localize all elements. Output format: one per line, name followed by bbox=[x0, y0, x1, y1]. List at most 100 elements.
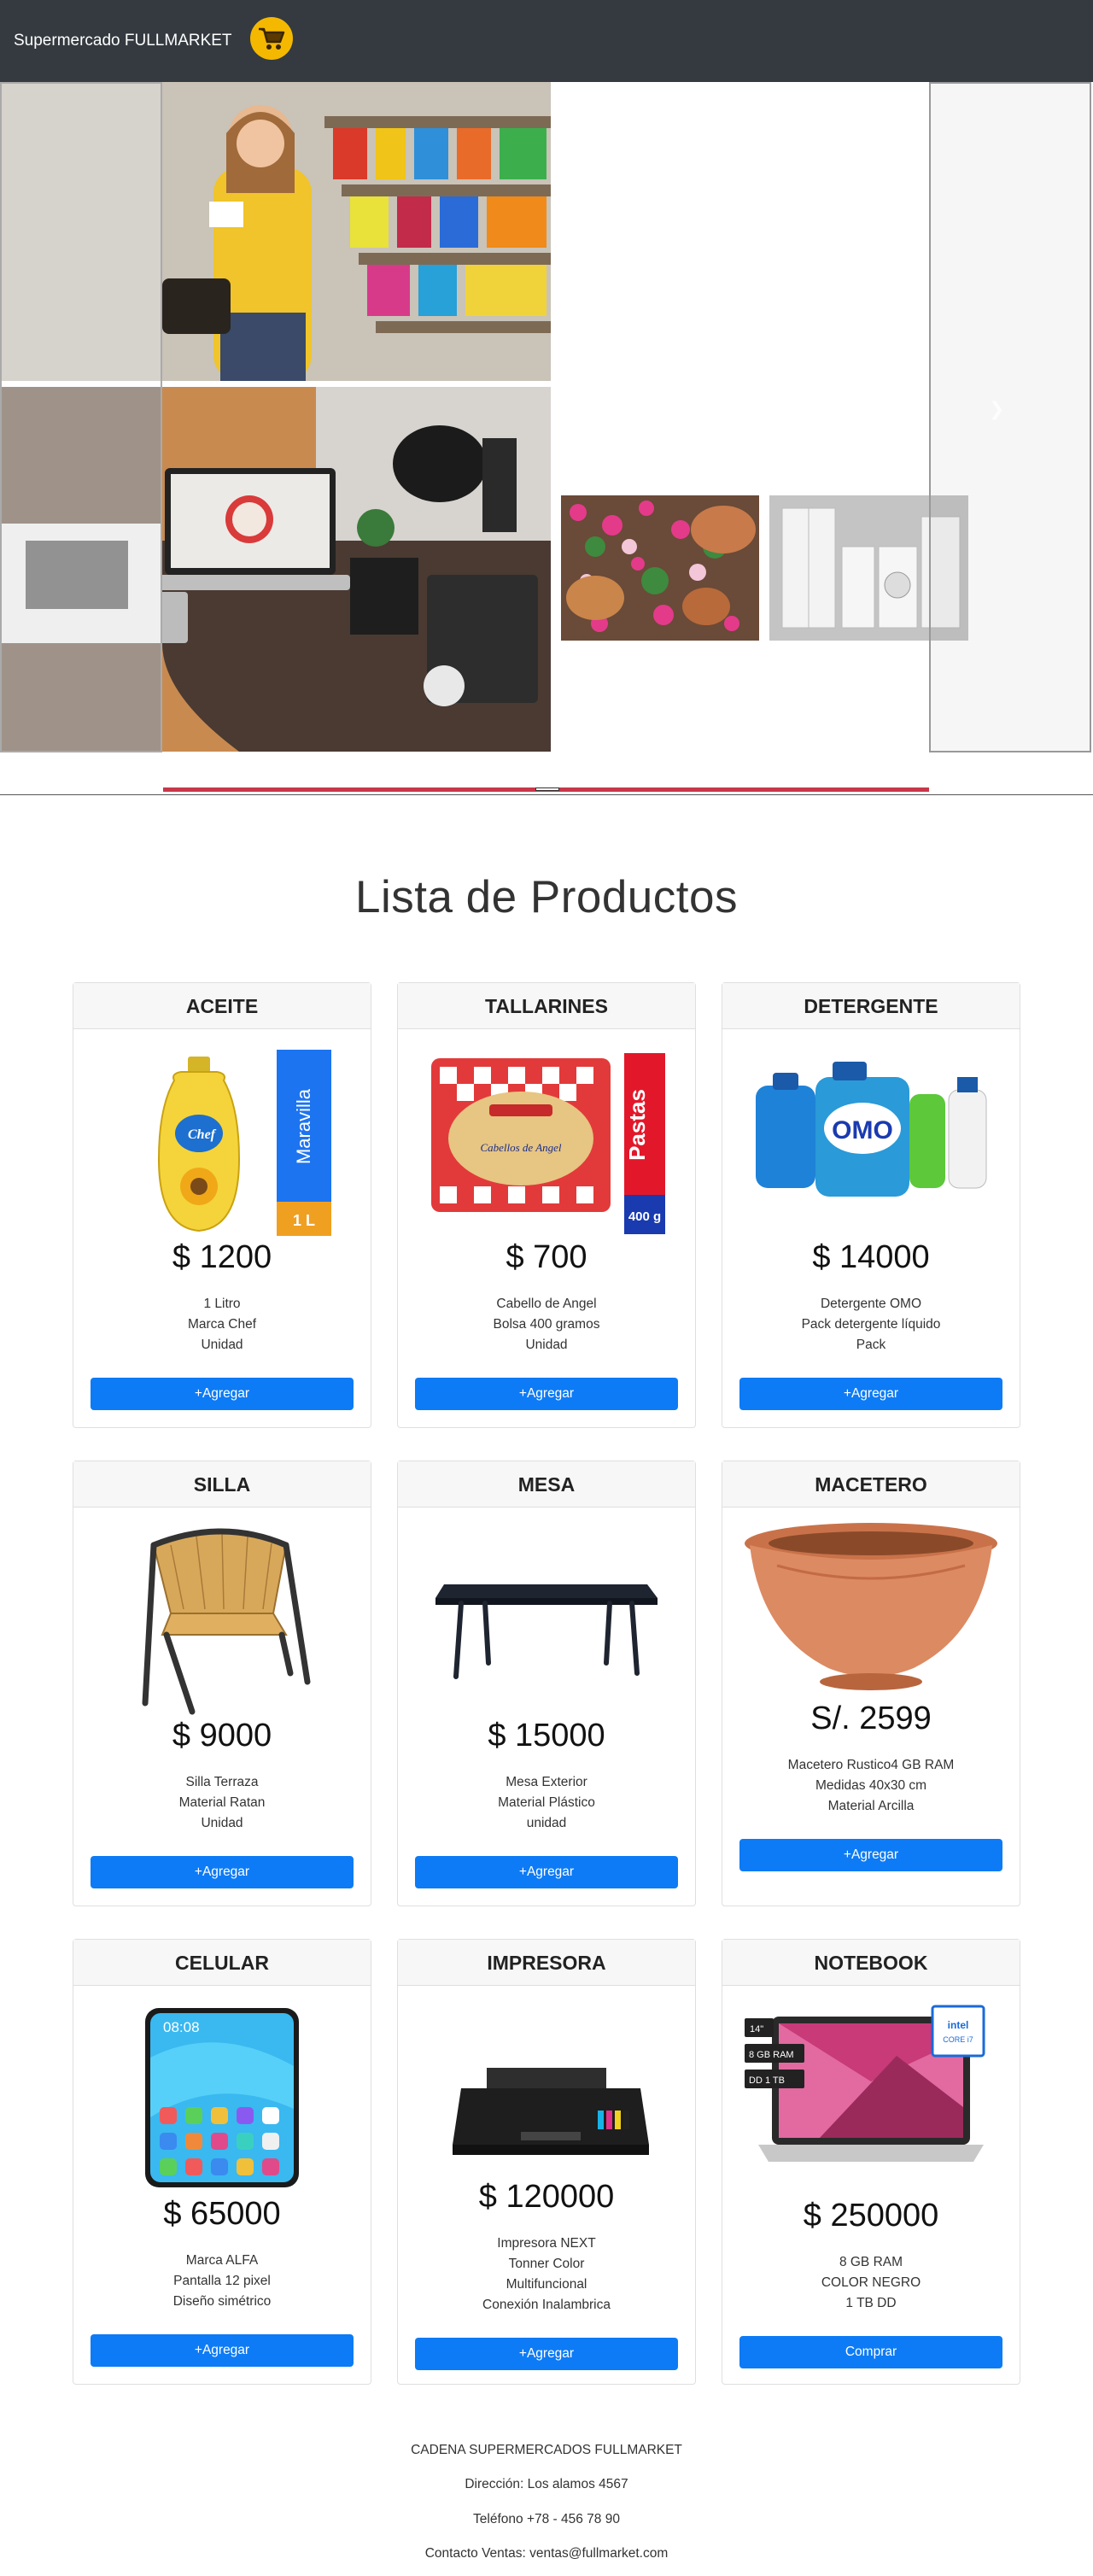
oil-bottle-image: Chef Maravilla 1 L bbox=[111, 1039, 333, 1236]
product-name: NOTEBOOK bbox=[722, 1940, 1020, 1986]
add-to-cart-button[interactable]: +Agregar bbox=[91, 1856, 354, 1888]
product-desc-line: Diseño simétrico bbox=[172, 2294, 272, 2309]
product-desc-line: Pack bbox=[856, 1338, 886, 1352]
product-card: NOTEBOOK intel CORE i7 14" 8 GB RAM DD 1… bbox=[722, 1939, 1020, 2385]
product-name: MESA bbox=[398, 1461, 695, 1508]
products-section-title: Lista de Productos bbox=[355, 872, 738, 922]
shopping-cart-icon[interactable] bbox=[250, 17, 293, 60]
product-price: $ 1200 bbox=[172, 1239, 272, 1275]
product-desc-line: Material Plástico bbox=[498, 1795, 595, 1810]
product-name: TALLARINES bbox=[398, 983, 695, 1029]
carousel-indicator[interactable] bbox=[535, 787, 559, 791]
footer-contact: Contacto Ventas: ventas@fullmarket.com bbox=[424, 2546, 669, 2561]
product-card: ACEITE Chef Maravilla 1 L $ 1200 1 Litro… bbox=[73, 982, 371, 1428]
product-badge: 1 L bbox=[293, 1212, 315, 1229]
product-desc-line: Pack detergente líquido bbox=[801, 1317, 941, 1332]
product-card: TALLARINES Cabellos de Angel Pastas 400 … bbox=[397, 982, 696, 1428]
phone-clock: 08:08 bbox=[163, 2019, 200, 2035]
product-name: MACETERO bbox=[722, 1461, 1020, 1508]
product-desc-line: Cabello de Angel bbox=[496, 1297, 597, 1311]
product-desc-line: 1 TB DD bbox=[845, 2296, 897, 2310]
flower-pots-image bbox=[561, 495, 759, 641]
product-price: S/. 2599 bbox=[810, 1701, 932, 1736]
product-card: MACETERO S/. 2599 Macetero Rustico4 GB R… bbox=[722, 1461, 1020, 1906]
product-desc-line: Unidad bbox=[201, 1816, 243, 1830]
product-desc-line: Medidas 40x30 cm bbox=[815, 1778, 927, 1793]
product-name: CELULAR bbox=[73, 1940, 371, 1986]
product-desc-line: COLOR NEGRO bbox=[821, 2275, 921, 2290]
product-card: DETERGENTE OMO $ 14000 Detergente OMO Pa… bbox=[722, 982, 1020, 1428]
product-price: $ 14000 bbox=[812, 1239, 930, 1275]
product-desc-line: 8 GB RAM bbox=[839, 2255, 903, 2269]
product-desc-line: Macetero Rustico4 GB RAM bbox=[787, 1758, 955, 1772]
product-price: $ 15000 bbox=[488, 1718, 605, 1753]
product-desc-line: Mesa Exterior bbox=[506, 1775, 587, 1789]
product-desc-line: Tonner Color bbox=[508, 2257, 585, 2271]
add-to-cart-button[interactable]: +Agregar bbox=[415, 1856, 678, 1888]
product-price: $ 250000 bbox=[803, 2198, 939, 2234]
add-to-cart-button[interactable]: +Agregar bbox=[415, 2338, 678, 2370]
chevron-right-icon[interactable]: ❯ bbox=[989, 398, 1040, 424]
add-to-cart-button[interactable]: +Agregar bbox=[739, 1378, 1002, 1410]
phone-image: 08:08 bbox=[141, 2006, 303, 2189]
product-price: $ 9000 bbox=[172, 1718, 272, 1753]
svg-text:intel: intel bbox=[948, 2019, 969, 2031]
product-desc-line: Marca Chef bbox=[187, 1317, 257, 1332]
hero-carousel[interactable]: ❯ bbox=[0, 82, 1093, 796]
flower-pot-image bbox=[743, 1514, 999, 1694]
product-desc-line: Detergente OMO bbox=[820, 1297, 922, 1311]
product-card: MESA $ 15000 Mesa Exterior Material Plás… bbox=[397, 1461, 696, 1906]
add-to-cart-button[interactable]: +Agregar bbox=[91, 2334, 354, 2367]
product-card: SILLA $ 9000 Silla Terraza Material Rata… bbox=[73, 1461, 371, 1906]
product-desc-line: Multifuncional bbox=[506, 2277, 587, 2292]
buy-button[interactable]: Comprar bbox=[739, 2336, 1002, 2368]
product-card: IMPRESORA $ 120000 Impresora NEXT Tonner… bbox=[397, 1939, 696, 2385]
cpu-chip-label: CORE i7 bbox=[943, 2035, 973, 2044]
product-desc-line: Impresora NEXT bbox=[497, 2236, 596, 2251]
notebook-tag: 14" bbox=[750, 2024, 763, 2034]
chair-image bbox=[120, 1519, 324, 1716]
product-price: $ 65000 bbox=[163, 2196, 281, 2232]
footer-company: CADENA SUPERMERCADOS FULLMARKET bbox=[411, 2443, 682, 2457]
add-to-cart-button[interactable]: +Agregar bbox=[739, 1839, 1002, 1871]
carousel-prev-preview[interactable] bbox=[0, 82, 162, 752]
printer-image bbox=[435, 2017, 658, 2196]
product-price: $ 700 bbox=[506, 1239, 587, 1275]
divider bbox=[0, 794, 1093, 795]
svg-text:Chef: Chef bbox=[188, 1127, 217, 1142]
notebook-tag: DD 1 TB bbox=[749, 2075, 785, 2086]
product-name: ACEITE bbox=[73, 983, 371, 1029]
footer-phone: Teléfono +78 - 456 78 90 bbox=[473, 2512, 620, 2526]
navbar: Supermercado FULLMARKET bbox=[0, 0, 1093, 82]
product-label-text: Maravilla bbox=[293, 1088, 314, 1164]
footer-address: Dirección: Los alamos 4567 bbox=[465, 2477, 628, 2491]
product-desc-line: Material Arcilla bbox=[827, 1799, 915, 1813]
table-image bbox=[427, 1530, 666, 1701]
product-name: IMPRESORA bbox=[398, 1940, 695, 1986]
product-label-text: Pastas bbox=[624, 1089, 650, 1161]
product-name: SILLA bbox=[73, 1461, 371, 1508]
product-desc-line: unidad bbox=[526, 1816, 567, 1830]
product-badge: 400 g bbox=[628, 1209, 661, 1224]
pasta-bag-image: Cabellos de Angel Pastas 400 g bbox=[423, 1046, 670, 1234]
brand-link[interactable]: Supermercado FULLMARKET bbox=[14, 29, 232, 53]
product-desc-line: Marca ALFA bbox=[185, 2253, 259, 2268]
product-desc-line: Bolsa 400 gramos bbox=[493, 1317, 600, 1332]
product-desc-line: Pantalla 12 pixel bbox=[173, 2274, 271, 2288]
svg-text:Cabellos de Angel: Cabellos de Angel bbox=[480, 1141, 561, 1154]
product-desc-line: Conexión Inalambrica bbox=[482, 2298, 611, 2312]
add-to-cart-button[interactable]: +Agregar bbox=[415, 1378, 678, 1410]
notebook-tag: 8 GB RAM bbox=[749, 2050, 794, 2060]
product-desc-line: Material Ratan bbox=[178, 1795, 266, 1810]
product-name: DETERGENTE bbox=[722, 983, 1020, 1029]
product-price: $ 120000 bbox=[478, 2179, 615, 2215]
product-desc-line: Unidad bbox=[525, 1338, 568, 1352]
product-card: CELULAR 08:08 $ 65000 Marca ALFA Pantall… bbox=[73, 1939, 371, 2385]
detergent-pack-image: OMO bbox=[747, 1043, 995, 1231]
add-to-cart-button[interactable]: +Agregar bbox=[91, 1378, 354, 1410]
product-desc-line: Unidad bbox=[201, 1338, 243, 1352]
product-desc-line: 1 Litro bbox=[203, 1297, 241, 1311]
product-label-text: OMO bbox=[832, 1116, 893, 1145]
notebook-image: intel CORE i7 14" 8 GB RAM DD 1 TB bbox=[743, 2005, 999, 2193]
product-desc-line: Silla Terraza bbox=[185, 1775, 259, 1789]
